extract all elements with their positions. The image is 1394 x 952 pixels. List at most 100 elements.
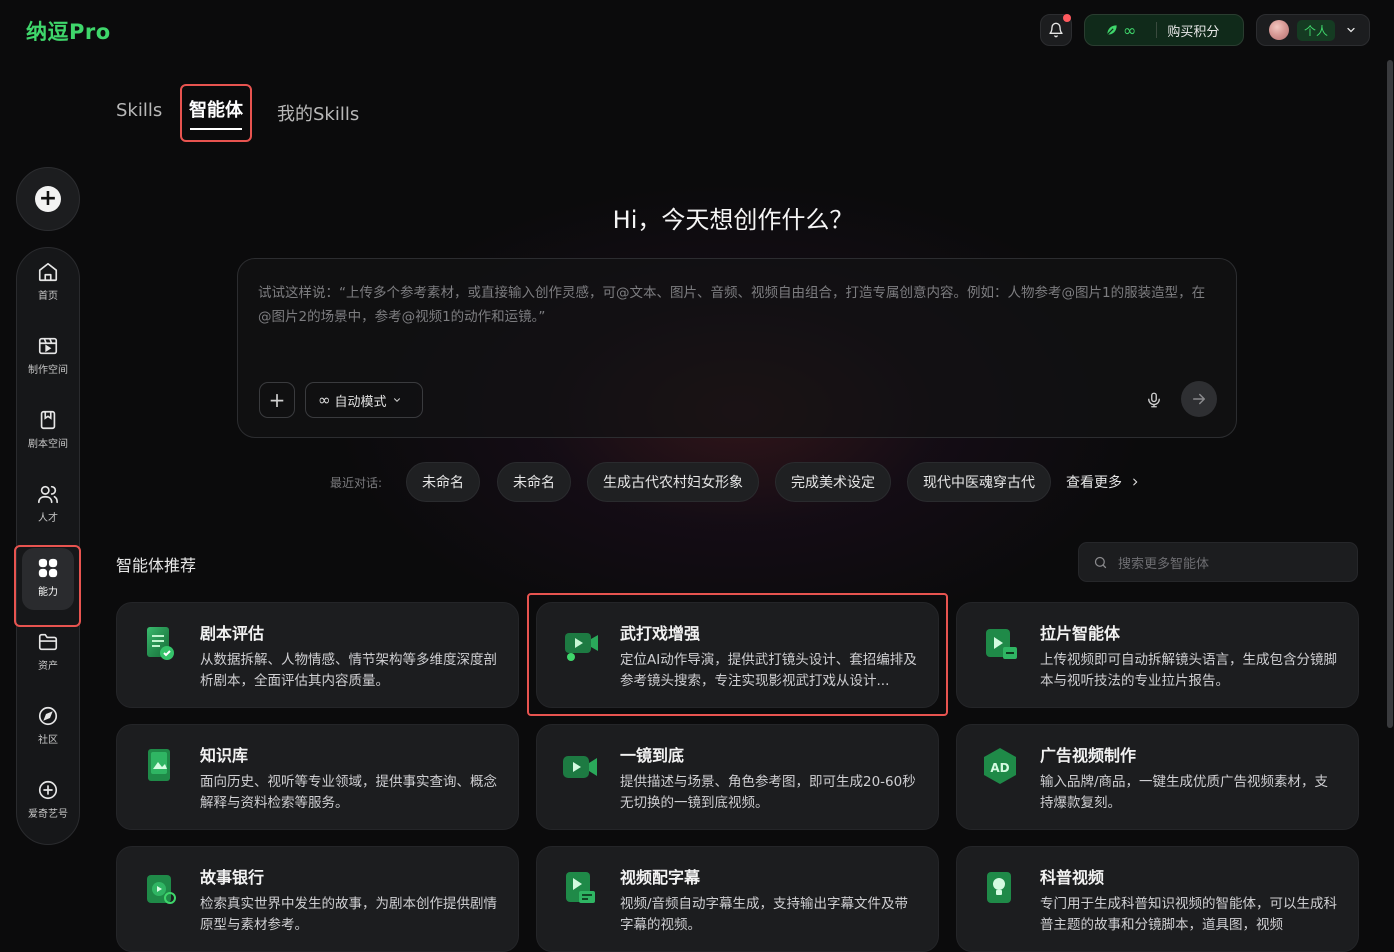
search-icon	[1094, 556, 1107, 568]
agent-card-desc: 输入品牌/商品，一键生成优质广告视频素材，支持爆款复刻。	[1040, 774, 1329, 811]
buy-credits-button[interactable]: 购买积分	[1167, 21, 1219, 40]
infinity-icon: ∞	[318, 391, 331, 409]
avatar[interactable]	[1269, 20, 1289, 40]
tab-my-skills[interactable]: 我的Skills	[277, 100, 359, 126]
section-title: 智能体推荐	[116, 556, 197, 575]
app-logo[interactable]: 纳逗Pro	[26, 16, 111, 46]
agent-card-title: 科普视频	[1040, 868, 1105, 887]
leaf-icon	[1106, 25, 1117, 36]
agent-card-desc: 面向历史、视听等专业领域，提供事实查询、概念解释与资料检索等服务。	[200, 774, 497, 811]
recent-chip[interactable]: 现代中医魂穿古代	[907, 462, 1051, 502]
recent-chip[interactable]: 未命名	[406, 462, 480, 502]
document-check-icon	[147, 627, 174, 660]
credits-value: ∞	[1123, 20, 1137, 40]
agent-search-input[interactable]: 搜索更多智能体	[1078, 542, 1358, 582]
sidebar-item-iqiyi[interactable]: 爱奇艺号	[17, 766, 79, 832]
sidebar-item-home[interactable]: 首页	[17, 248, 79, 314]
sidebar-item-label: 首页	[38, 290, 58, 302]
chevron-down-icon	[393, 398, 400, 402]
home-icon	[38, 262, 58, 281]
sidebar-item-script[interactable]: 剧本空间	[17, 396, 79, 462]
add-attachment-button[interactable]: +	[259, 382, 295, 418]
see-more-link[interactable]: 查看更多	[1066, 472, 1140, 492]
agent-card-desc: 视频/音频自动字幕生成，支持输出字幕文件及带字幕的视频。	[620, 896, 909, 933]
sidebar-selection-highlight	[14, 545, 81, 627]
hero-title: Hi，今天想创作什么？	[612, 206, 854, 234]
subtitle-icon	[566, 872, 595, 903]
book-icon	[148, 749, 170, 781]
ad-icon: AD	[984, 748, 1016, 784]
agent-card-subtitles[interactable]: 视频配字幕 视频/音频自动字幕生成，支持输出字幕文件及带字幕的视频。	[536, 846, 939, 952]
workspace-icon	[38, 337, 58, 354]
sidebar-item-label: 剧本空间	[28, 438, 68, 450]
agent-card-title: 视频配字幕	[620, 868, 701, 887]
sidebar-item-community[interactable]: 社区	[17, 692, 79, 758]
notification-button[interactable]	[1040, 14, 1072, 46]
agent-card-desc: 提供描述与场景、角色参考图，即可生成20-60秒无切换的一镜到底视频。	[620, 774, 916, 811]
film-analysis-icon	[986, 629, 1017, 659]
compass-icon	[38, 706, 58, 725]
notification-dot	[1063, 14, 1071, 22]
agent-card-title: 故事银行	[200, 868, 265, 887]
agent-card-one-take[interactable]: 一镜到底 提供描述与场景、角色参考图，即可生成20-60秒无切换的一镜到底视频。	[536, 724, 939, 830]
agent-card-ad-video[interactable]: AD 广告视频制作 输入品牌/商品，一键生成优质广告视频素材，支持爆款复刻。	[956, 724, 1359, 830]
agent-card-desc: 专门用于生成科普知识视频的智能体，可以生成科普主题的故事和分镜脚本，道具图，视频	[1040, 896, 1337, 933]
page-scrollbar[interactable]	[1387, 60, 1393, 728]
agent-card-title: 拉片智能体	[1040, 624, 1121, 643]
add-circle-icon	[38, 780, 58, 799]
prompt-composer[interactable]: 试试这样说：“上传多个参考素材，或直接输入创作灵感，可@文本、图片、音频、视频自…	[237, 258, 1237, 438]
agent-card-knowledge[interactable]: 知识库 面向历史、视听等专业领域，提供事实查询、概念解释与资料检索等服务。	[116, 724, 519, 830]
mode-label: 自动模式	[334, 394, 387, 410]
tab-skills[interactable]: Skills	[116, 100, 162, 121]
recent-chip[interactable]: 未命名	[497, 462, 571, 502]
script-icon	[40, 410, 56, 429]
agent-card-desc: 上传视频即可自动拆解镜头语言，生成包含分镜脚本与视听技法的专业拉片报告。	[1040, 652, 1337, 689]
agent-card-desc: 从数据拆解、人物情感、情节架构等多维度深度剖析剧本，全面评估其内容质量。	[200, 652, 497, 689]
svg-text:AD: AD	[990, 761, 1009, 775]
folder-icon	[38, 633, 58, 650]
agent-card-science[interactable]: 科普视频 专门用于生成科普知识视频的智能体，可以生成科普主题的故事和分镜脚本，道…	[956, 846, 1359, 952]
sidebar-item-label: 人才	[38, 512, 58, 524]
recent-chip[interactable]: 完成美术设定	[775, 462, 891, 502]
sidebar-item-label: 制作空间	[28, 364, 68, 376]
plan-badge: 个人	[1297, 19, 1336, 41]
bell-icon	[1049, 22, 1063, 38]
tab-active-indicator	[190, 128, 242, 130]
search-placeholder: 搜索更多智能体	[1118, 556, 1210, 572]
microphone-icon	[1148, 392, 1160, 408]
agent-card-desc: 检索真实世界中发生的故事，为剧本创作提供剧情原型与素材参考。	[200, 896, 497, 933]
camera-icon	[563, 756, 597, 778]
agent-card-title: 广告视频制作	[1040, 746, 1137, 765]
plus-icon: +	[268, 388, 286, 412]
tab-agents[interactable]: 智能体	[180, 84, 252, 142]
agent-card-story-bank[interactable]: 故事银行 检索真实世界中发生的故事，为剧本创作提供剧情原型与素材参考。	[116, 846, 519, 952]
credits-panel[interactable]: ∞ 购买积分	[1084, 14, 1244, 46]
credits-divider	[1156, 22, 1158, 38]
user-menu[interactable]: 个人	[1256, 14, 1370, 46]
sidebar-item-label: 爱奇艺号	[28, 808, 68, 820]
agent-card-film-analysis[interactable]: 拉片智能体 上传视频即可自动拆解镜头语言，生成包含分镜脚本与视听技法的专业拉片报…	[956, 602, 1359, 708]
recent-label: 最近对话:	[330, 476, 383, 490]
arrow-right-icon	[1193, 393, 1205, 405]
chevron-down-icon	[1347, 27, 1355, 33]
sidebar-item-label: 社区	[38, 734, 58, 746]
agent-card-script-eval[interactable]: 剧本评估 从数据拆解、人物情感、情节架构等多维度深度剖析剧本，全面评估其内容质量…	[116, 602, 519, 708]
prompt-input[interactable]: 试试这样说：“上传多个参考素材，或直接输入创作灵感，可@文本、图片、音频、视频自…	[258, 281, 1208, 329]
agent-card-title: 一镜到底	[620, 746, 685, 765]
mode-select[interactable]: ∞ 自动模式	[305, 382, 423, 418]
agent-card-title: 剧本评估	[200, 624, 265, 643]
people-icon	[38, 485, 58, 503]
sidebar-item-assets[interactable]: 资产	[17, 618, 79, 684]
send-button[interactable]	[1181, 381, 1217, 417]
agent-card-title: 知识库	[200, 746, 249, 765]
tab-agents-label: 智能体	[189, 100, 243, 121]
sidebar-item-workspace[interactable]: 制作空间	[17, 322, 79, 388]
card-selection-highlight	[527, 593, 948, 716]
chevron-right-icon	[1133, 478, 1138, 486]
lightbulb-icon	[987, 872, 1011, 903]
sidebar-item-talent[interactable]: 人才	[17, 470, 79, 536]
voice-input-button[interactable]	[1140, 386, 1168, 414]
see-more-label: 查看更多	[1066, 475, 1122, 491]
sidebar-item-label: 资产	[38, 660, 58, 672]
recent-chip[interactable]: 生成古代农村妇女形象	[587, 462, 759, 502]
